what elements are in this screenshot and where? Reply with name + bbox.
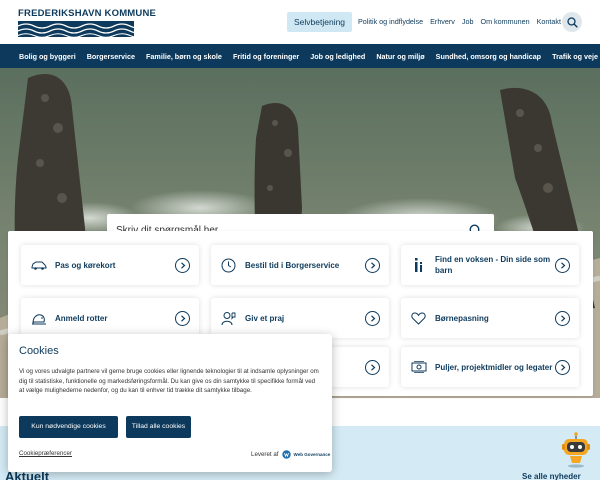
card-label: Puljer, projektmidler og legater bbox=[435, 362, 553, 372]
toplink-job[interactable]: Job bbox=[462, 17, 474, 26]
rat-icon bbox=[30, 310, 47, 327]
powered-by: Leveret af Web Governance bbox=[251, 450, 330, 459]
card-label: Find en voksen - Din side som barn bbox=[435, 255, 551, 275]
provider-name: Web Governance bbox=[293, 452, 331, 457]
card-giv-et-praj[interactable]: Giv et praj bbox=[211, 298, 389, 338]
card-boernepasning[interactable]: Børnepasning bbox=[401, 298, 579, 338]
chevron-right-icon bbox=[365, 359, 380, 375]
card-bestil-tid[interactable]: Bestil tid i Borgerservice bbox=[211, 245, 389, 285]
chevron-right-icon bbox=[175, 257, 190, 273]
card-label: Anmeld rotter bbox=[55, 313, 108, 323]
robot-assistant-icon[interactable] bbox=[561, 432, 591, 468]
card-label: Børnepasning bbox=[435, 313, 489, 323]
card-anmeld-rotter[interactable]: Anmeld rotter bbox=[21, 298, 199, 338]
header-search-button[interactable] bbox=[562, 12, 582, 32]
cookie-dialog: Cookies Vi og vores udvalgte partnere vi… bbox=[8, 334, 332, 472]
necessary-cookies-button[interactable]: Kun nødvendige cookies bbox=[19, 416, 118, 438]
chevron-right-icon bbox=[365, 257, 380, 273]
info-icon bbox=[410, 257, 427, 274]
nav-natur[interactable]: Natur og miljø bbox=[376, 52, 424, 61]
nav-fritid[interactable]: Fritid og foreninger bbox=[233, 52, 299, 61]
cookie-text: Vi og vores udvalgte partnere vil gerne … bbox=[19, 368, 319, 394]
car-icon bbox=[30, 257, 47, 274]
heart-icon bbox=[410, 310, 427, 327]
nav-trafik[interactable]: Trafik og veje bbox=[552, 52, 598, 61]
cookie-title: Cookies bbox=[19, 345, 59, 357]
site-header: FREDERIKSHAVN KOMMUNE Selvbetjening Poli… bbox=[0, 0, 600, 44]
toplink-erhverv[interactable]: Erhverv bbox=[430, 17, 455, 26]
toplink-politik[interactable]: Politik og indflydelse bbox=[358, 17, 423, 26]
web-governance-logo-icon bbox=[281, 450, 291, 459]
see-all-news-link[interactable]: Se alle nyheder bbox=[522, 472, 581, 480]
nav-familie[interactable]: Familie, børn og skole bbox=[146, 52, 222, 61]
card-pas-og-koerekort[interactable]: Pas og kørekort bbox=[21, 245, 199, 285]
logo-text: FREDERIKSHAVN KOMMUNE bbox=[18, 8, 157, 19]
nav-sundhed[interactable]: Sundhed, omsorg og handicap bbox=[436, 52, 541, 61]
person-icon bbox=[220, 310, 237, 327]
card-puljer[interactable]: Puljer, projektmidler og legater bbox=[401, 347, 579, 387]
municipality-logo[interactable]: FREDERIKSHAVN KOMMUNE bbox=[17, 8, 157, 38]
chevron-right-icon bbox=[175, 310, 190, 326]
main-navigation: Bolig og byggeri Borgerservice Familie, … bbox=[0, 44, 600, 68]
card-label: Bestil tid i Borgerservice bbox=[245, 260, 340, 270]
card-label: Giv et praj bbox=[245, 313, 285, 323]
card-find-en-voksen[interactable]: Find en voksen - Din side som barn bbox=[401, 245, 579, 285]
clock-icon bbox=[220, 257, 237, 274]
money-icon bbox=[410, 359, 427, 376]
search-icon bbox=[566, 16, 578, 28]
chevron-right-icon bbox=[555, 310, 570, 326]
top-links: Politik og indflydelse Erhverv Job Om ko… bbox=[358, 17, 561, 26]
chevron-right-icon bbox=[365, 310, 380, 326]
logo-waves-icon bbox=[17, 21, 147, 38]
chevron-right-icon bbox=[555, 359, 570, 375]
nav-borgerservice[interactable]: Borgerservice bbox=[87, 52, 135, 61]
toplink-om-kommunen[interactable]: Om kommunen bbox=[480, 17, 529, 26]
chevron-right-icon bbox=[555, 257, 570, 273]
nav-bolig[interactable]: Bolig og byggeri bbox=[19, 52, 76, 61]
powered-by-label: Leveret af bbox=[251, 451, 279, 458]
cookie-preferences-link[interactable]: Cookiepræferencer bbox=[19, 450, 72, 457]
allow-all-cookies-button[interactable]: Tillad alle cookies bbox=[126, 416, 191, 438]
toplink-kontakt[interactable]: Kontakt bbox=[537, 17, 561, 26]
card-label: Pas og kørekort bbox=[55, 260, 116, 270]
selvbetjening-button[interactable]: Selvbetjening bbox=[287, 12, 353, 32]
nav-job[interactable]: Job og ledighed bbox=[310, 52, 365, 61]
